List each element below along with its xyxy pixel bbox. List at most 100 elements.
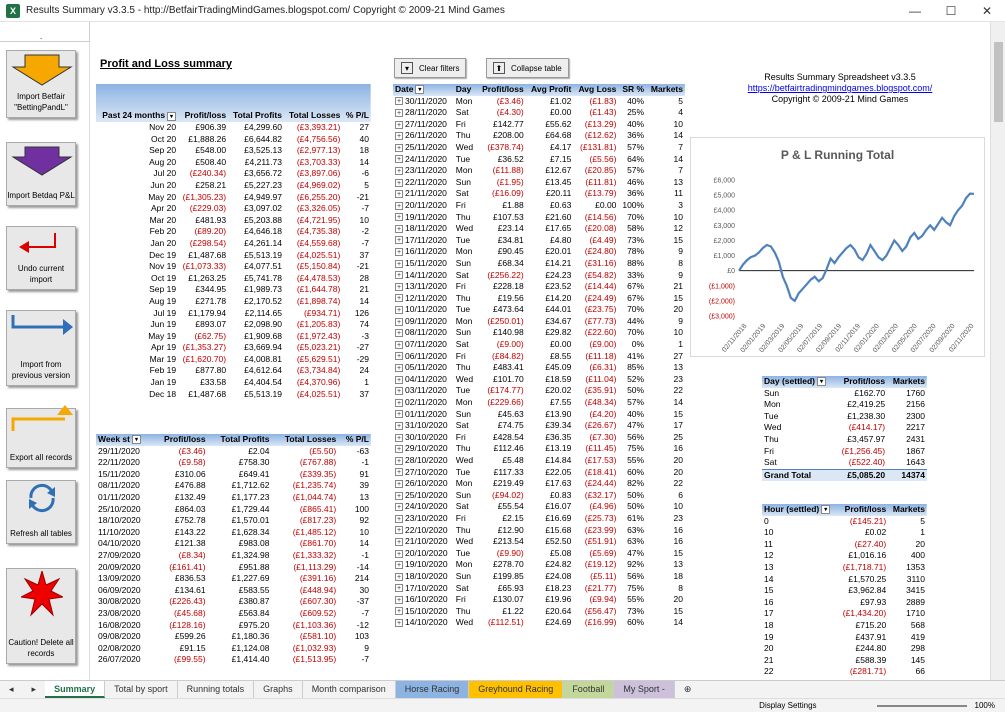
table-cell[interactable]: (£31.16): [573, 258, 618, 270]
table-cell[interactable]: 01/11/2020: [96, 492, 153, 504]
table-cell[interactable]: 92%: [618, 559, 646, 571]
table-cell[interactable]: (£1.43): [573, 107, 618, 119]
expand-icon[interactable]: +: [395, 317, 403, 326]
table-cell[interactable]: -3: [342, 331, 371, 343]
table-cell[interactable]: (£4,025.51): [284, 389, 342, 401]
table-cell[interactable]: Nov 19: [96, 261, 178, 273]
table-cell[interactable]: (£27.40): [837, 539, 888, 551]
table-cell[interactable]: 88%: [618, 258, 646, 270]
table-cell[interactable]: £7.55: [526, 397, 574, 409]
table-cell[interactable]: -7: [342, 203, 371, 215]
table-cell[interactable]: 9: [646, 316, 685, 328]
table-cell[interactable]: (£5.11): [573, 571, 618, 583]
table-cell[interactable]: Tue: [454, 385, 477, 397]
table-cell[interactable]: (£1,898.74): [284, 296, 342, 308]
table-cell[interactable]: (£3,703.33): [284, 157, 342, 169]
table-cell[interactable]: 08/11/2020: [96, 480, 153, 492]
table-cell[interactable]: (£767.88): [271, 457, 338, 469]
table-cell[interactable]: £18.59: [526, 374, 574, 386]
table-cell[interactable]: 145: [888, 655, 927, 667]
table-cell[interactable]: (£9.58): [153, 457, 208, 469]
table-cell[interactable]: Jul 19: [96, 308, 178, 320]
table-cell[interactable]: 73%: [618, 606, 646, 618]
table-cell[interactable]: £1.02: [526, 96, 574, 108]
table-cell[interactable]: 14: [762, 574, 837, 586]
table-cell[interactable]: £563.84: [208, 608, 272, 620]
table-cell[interactable]: £24.23: [526, 270, 574, 282]
table-cell[interactable]: 44%: [618, 316, 646, 328]
expand-icon[interactable]: +: [395, 421, 403, 430]
table-cell[interactable]: Thu: [454, 212, 477, 224]
table-cell[interactable]: Sat: [454, 270, 477, 282]
expand-icon[interactable]: +: [395, 190, 403, 199]
table-cell[interactable]: +22/10/2020: [393, 525, 454, 537]
table-cell[interactable]: £4,404.54: [228, 377, 284, 389]
table-cell[interactable]: £24.69: [526, 617, 574, 629]
table-cell[interactable]: £481.93: [178, 215, 228, 227]
table-cell[interactable]: Sat: [454, 420, 477, 432]
table-cell[interactable]: 60%: [618, 617, 646, 629]
expand-icon[interactable]: +: [395, 213, 403, 222]
table-cell[interactable]: £14.84: [526, 455, 574, 467]
table-cell[interactable]: 16/08/2020: [96, 620, 153, 632]
table-cell[interactable]: (£62.75): [178, 331, 228, 343]
table-cell[interactable]: Tue: [454, 235, 477, 247]
expand-icon[interactable]: +: [395, 433, 403, 442]
table-cell[interactable]: 36%: [618, 130, 646, 142]
table-cell[interactable]: £65.93: [477, 583, 526, 595]
table-cell[interactable]: £45.09: [526, 362, 574, 374]
table-cell[interactable]: £1,263.25: [178, 273, 228, 285]
table-cell[interactable]: £473.64: [477, 304, 526, 316]
table-cell[interactable]: 55%: [618, 455, 646, 467]
table-cell[interactable]: 5: [888, 516, 927, 528]
table-cell[interactable]: Thu: [454, 525, 477, 537]
table-cell[interactable]: 14: [338, 538, 371, 550]
table-cell[interactable]: Mon: [454, 316, 477, 328]
table-cell[interactable]: £39.34: [526, 420, 574, 432]
table-cell[interactable]: 2300: [887, 411, 927, 423]
table-cell[interactable]: Sat: [454, 501, 477, 513]
table-cell[interactable]: £13.90: [526, 409, 574, 421]
table-cell[interactable]: 10: [646, 119, 685, 131]
table-cell[interactable]: 36%: [618, 188, 646, 200]
table-cell[interactable]: £244.80: [837, 643, 888, 655]
table-cell[interactable]: £16.07: [526, 501, 574, 513]
table-cell[interactable]: +23/10/2020: [393, 513, 454, 525]
table-cell[interactable]: 14: [646, 397, 685, 409]
table-cell[interactable]: 23: [646, 513, 685, 525]
table-cell[interactable]: £344.95: [178, 284, 228, 296]
table-cell[interactable]: (£609.52): [271, 608, 338, 620]
scroll-thumb[interactable]: [994, 42, 1003, 122]
table-cell[interactable]: 8: [646, 583, 685, 595]
table-cell[interactable]: Aug 20: [96, 157, 178, 169]
table-cell[interactable]: 52%: [618, 374, 646, 386]
table-cell[interactable]: 63%: [618, 536, 646, 548]
table-cell[interactable]: 3415: [888, 585, 927, 597]
table-cell[interactable]: 400: [888, 550, 927, 562]
table-cell[interactable]: £20.11: [526, 188, 574, 200]
table-cell[interactable]: £1.22: [477, 606, 526, 618]
table-cell[interactable]: (£145.21): [837, 516, 888, 528]
table-cell[interactable]: £23.14: [477, 223, 526, 235]
table-cell[interactable]: (£25.73): [573, 513, 618, 525]
table-cell[interactable]: (£9.90): [477, 548, 526, 560]
table-cell[interactable]: (£817.23): [271, 515, 338, 527]
table-cell[interactable]: (£48.34): [573, 397, 618, 409]
table-cell[interactable]: 14: [646, 154, 685, 166]
table-cell[interactable]: £15.68: [526, 525, 574, 537]
table-cell[interactable]: (£20.08): [573, 223, 618, 235]
expand-icon[interactable]: +: [395, 445, 403, 454]
table-cell[interactable]: (£256.22): [477, 270, 526, 282]
table-cell[interactable]: (£5.69): [573, 548, 618, 560]
filter-dropdown-icon[interactable]: ▾: [415, 85, 425, 95]
table-cell[interactable]: Fri: [454, 351, 477, 363]
display-settings[interactable]: Display Settings: [759, 701, 816, 710]
table-cell[interactable]: Thu: [454, 362, 477, 374]
table-cell[interactable]: 10: [762, 527, 837, 539]
table-cell[interactable]: 10: [646, 212, 685, 224]
filter-dropdown-icon[interactable]: ▾: [167, 111, 177, 121]
table-cell[interactable]: (£77.73): [573, 316, 618, 328]
table-cell[interactable]: 30: [338, 585, 371, 597]
table-cell[interactable]: 10: [646, 327, 685, 339]
table-cell[interactable]: Sat: [454, 583, 477, 595]
